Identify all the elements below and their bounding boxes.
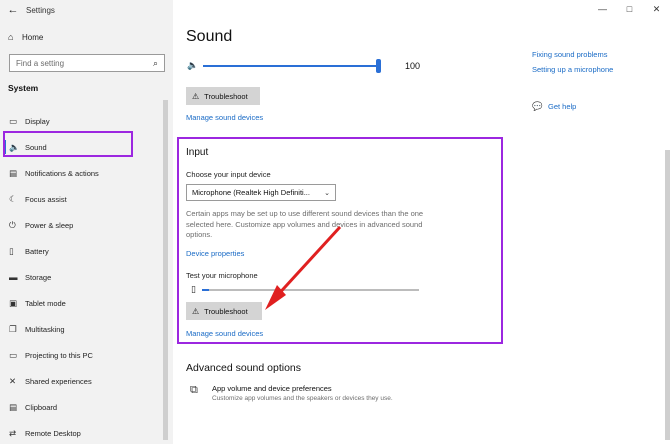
sidebar-item-label: Tablet mode (25, 298, 66, 308)
app-title: Settings (26, 5, 55, 15)
back-arrow-icon: ← (7, 4, 19, 16)
storage-icon: ▬ (9, 272, 18, 282)
multitasking-icon: ❐ (9, 323, 17, 334)
sidebar: ← Settings ⌂ Home Find a setting ⌕ Syste… (0, 0, 173, 444)
annotation-arrow (265, 225, 342, 310)
home-icon: ⌂ (8, 32, 14, 42)
sidebar-nav: ▭ Display 🔈 Sound ▤ Notifications & acti… (0, 108, 173, 444)
tablet-icon: ▣ (9, 297, 18, 308)
share-icon: ✕ (9, 375, 17, 386)
clipboard-icon: ▤ (9, 401, 18, 412)
sidebar-item-label: Battery (25, 246, 49, 256)
sound-highlight-box (3, 131, 133, 157)
sidebar-item-multitasking[interactable]: ❐ Multitasking (0, 316, 173, 342)
sidebar-item-projecting[interactable]: ▭ Projecting to this PC (0, 342, 173, 368)
back-button[interactable]: ← (0, 1, 26, 19)
moon-icon: ☾ (9, 193, 17, 204)
sidebar-item-shared-experiences[interactable]: ✕ Shared experiences (0, 368, 173, 394)
main-content: Sound 🔈 100 ⚠ Troubleshoot Manage sound … (173, 0, 670, 444)
search-placeholder: Find a setting (16, 58, 65, 68)
projector-icon: ▭ (9, 349, 18, 360)
search-icon: ⌕ (152, 57, 158, 68)
sidebar-item-label: Focus assist (25, 194, 67, 204)
sidebar-item-notifications[interactable]: ▤ Notifications & actions (0, 160, 173, 186)
sidebar-item-label: Storage (25, 272, 52, 282)
home-link[interactable]: ⌂ Home (8, 32, 43, 42)
title-bar: ← Settings (0, 0, 55, 20)
battery-icon: ▯ (9, 245, 14, 256)
sidebar-item-battery[interactable]: ▯ Battery (0, 238, 173, 264)
display-icon: ▭ (9, 115, 18, 126)
sidebar-item-label: Display (25, 116, 50, 126)
home-label: Home (22, 32, 44, 42)
sidebar-item-label: Projecting to this PC (25, 350, 93, 360)
sidebar-item-label: Notifications & actions (25, 168, 99, 178)
sidebar-item-label: Remote Desktop (25, 428, 81, 438)
notification-icon: ▤ (9, 167, 18, 178)
sidebar-scrollbar[interactable] (163, 100, 168, 440)
sidebar-item-label: Multitasking (25, 324, 65, 334)
arrow-shaft (273, 225, 342, 300)
sidebar-item-power-sleep[interactable]: ⏻ Power & sleep (0, 212, 173, 238)
sidebar-item-focus-assist[interactable]: ☾ Focus assist (0, 186, 173, 212)
sidebar-item-remote-desktop[interactable]: ⇄ Remote Desktop (0, 420, 173, 444)
sidebar-item-label: Shared experiences (25, 376, 92, 386)
search-input[interactable]: Find a setting ⌕ (9, 54, 165, 72)
section-label: System (8, 83, 39, 93)
power-icon: ⏻ (9, 219, 16, 230)
sidebar-item-label: Clipboard (25, 402, 58, 412)
sidebar-item-tablet-mode[interactable]: ▣ Tablet mode (0, 290, 173, 316)
remote-desktop-icon: ⇄ (9, 427, 17, 438)
sidebar-item-clipboard[interactable]: ▤ Clipboard (0, 394, 173, 420)
sidebar-item-label: Power & sleep (25, 220, 74, 230)
sidebar-item-storage[interactable]: ▬ Storage (0, 264, 173, 290)
